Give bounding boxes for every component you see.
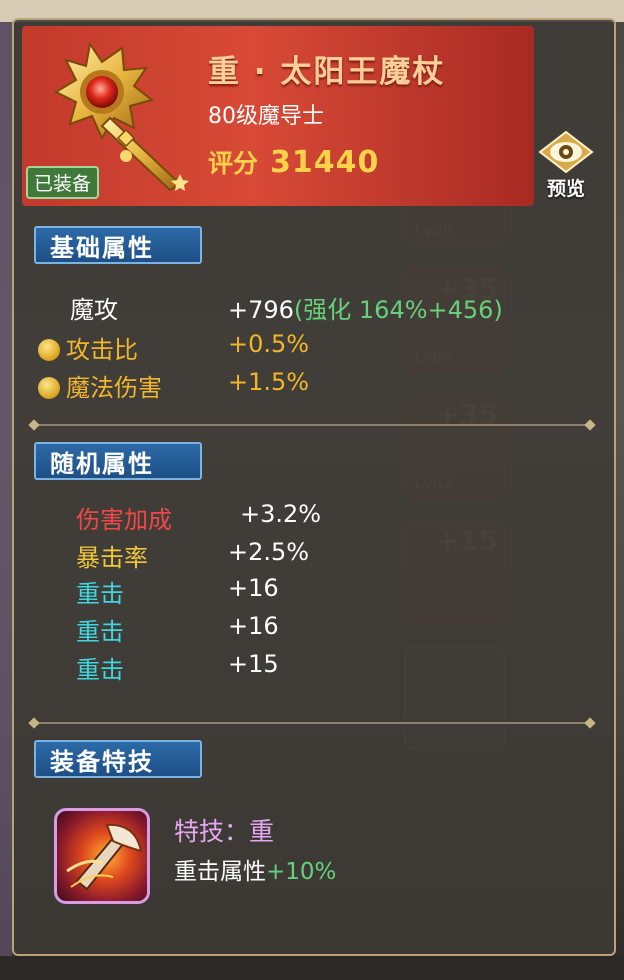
section-divider [34,424,590,426]
item-name: 重 · 太阳王魔杖 [208,54,446,90]
equipped-badge: 已装备 [26,166,100,199]
random-stat-value: +3.2% [240,500,322,528]
item-score: 评分 31440 [208,144,379,180]
basic-stat-value: +796(强化 164%+456) [228,290,503,325]
gold-coin-icon [38,339,60,361]
score-value: 31440 [270,145,380,180]
skill-desc-value: +10% [266,859,337,885]
random-stat-value: +2.5% [228,538,310,566]
basic-stat-label: 攻击比 [66,336,138,364]
random-stat-name: 重击 [76,656,124,684]
basic-stat-name: 魔攻 [70,296,118,324]
equipment-skill-icon [54,808,150,904]
random-stat-value: +16 [228,612,279,640]
random-stat-name: 暴击率 [76,544,148,572]
section-divider [34,722,590,724]
eye-icon [538,130,594,174]
random-stat-name: 伤害加成 [76,506,172,534]
section-random-attributes: 随机属性 [34,442,202,480]
item-level: 80级 [208,104,258,129]
preview-label: 预览 [546,178,585,200]
basic-stat-value: +1.5% [228,368,310,396]
section-basic-attributes: 基础属性 [34,226,202,264]
skill-description: 重击属性+10% [174,852,336,886]
skill-name: 特技：重 [174,817,275,846]
basic-stat-value-text: +796 [228,296,294,324]
basic-stat-value: +0.5% [228,330,310,358]
score-label: 评分 [208,149,259,178]
item-level-class: 80级魔导士 [208,98,324,130]
random-stat-name: 重击 [76,618,124,646]
background-bottom-bar [0,956,624,980]
random-stat-value: +16 [228,574,279,602]
gold-coin-icon [38,377,60,399]
random-stat-name: 重击 [76,580,124,608]
basic-stat-name: 魔法伤害 [38,368,162,403]
background-left-strip [0,22,12,962]
section-equipment-skill: 装备特技 [34,740,202,778]
random-stat-value: +15 [228,650,279,678]
basic-stat-label: 魔法伤害 [66,374,162,402]
preview-button[interactable]: 预览 [536,130,596,200]
basic-stat-extra: (强化 164%+456) [293,296,503,324]
skill-desc-label: 重击属性 [174,859,266,885]
basic-stat-name: 攻击比 [38,330,138,365]
axe-strike-icon [66,823,143,891]
item-class: 魔导士 [258,104,325,129]
